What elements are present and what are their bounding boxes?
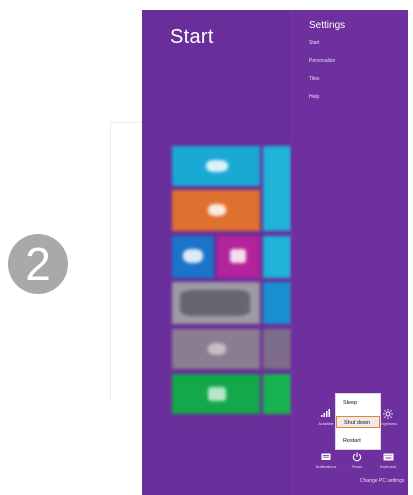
sun-icon[interactable] <box>382 409 394 421</box>
tile-icon <box>208 204 226 216</box>
tile-teal[interactable] <box>172 146 260 186</box>
tile-teal-narrow[interactable] <box>263 146 291 231</box>
tile-icon <box>208 343 226 355</box>
network-label: Available <box>318 422 334 426</box>
tile-icon <box>208 387 226 401</box>
power-options-menu: Sleep Shut down Restart <box>335 393 381 450</box>
signal-bars-icon[interactable] <box>320 409 332 419</box>
tile-blue[interactable] <box>172 236 214 278</box>
tile-grey-narrow[interactable] <box>263 329 291 369</box>
windows-start-screen: Start Settings Start Personalize Tiles H… <box>142 10 408 495</box>
start-title: Start <box>170 26 214 48</box>
keyboard-icon[interactable] <box>382 453 394 463</box>
notifications-label: Notifications <box>315 465 337 469</box>
tile-green-narrow[interactable] <box>263 374 291 414</box>
power-label: Power <box>351 465 363 469</box>
tile-teal-small[interactable] <box>263 236 291 278</box>
step-number-badge: 2 <box>8 234 68 294</box>
settings-item-start[interactable]: Start <box>309 40 320 46</box>
tile-blue-small[interactable] <box>263 282 291 324</box>
keyboard-label: Keyboard <box>379 465 397 469</box>
tile-grey[interactable] <box>172 329 260 369</box>
page: 2 Start Settings Start Personalize Tiles… <box>0 0 413 495</box>
settings-item-help[interactable]: Help <box>309 94 319 100</box>
power-icon[interactable] <box>351 452 363 464</box>
live-tiles-group <box>170 136 296 414</box>
tile-icon <box>183 249 203 263</box>
signal-bars-icon <box>321 409 330 417</box>
tile-icon <box>180 290 250 316</box>
sun-icon <box>383 409 393 419</box>
tile-photos[interactable] <box>172 282 260 324</box>
tile-icon <box>230 249 246 263</box>
power-icon <box>352 452 362 462</box>
keyboard-icon <box>383 453 393 461</box>
tile-green[interactable] <box>172 374 260 414</box>
tile-magenta[interactable] <box>217 236 260 278</box>
change-pc-settings-link[interactable]: Change PC settings <box>360 478 404 484</box>
restart-option[interactable]: Restart <box>336 435 380 447</box>
sleep-option[interactable]: Sleep <box>336 397 380 409</box>
notifications-icon[interactable] <box>320 453 332 463</box>
shut-down-option[interactable]: Shut down <box>336 416 380 428</box>
tile-icon <box>206 160 228 172</box>
notifications-icon <box>321 453 331 460</box>
tile-orange[interactable] <box>172 190 260 231</box>
settings-title: Settings <box>309 20 346 31</box>
guide-line-horizontal <box>110 122 142 123</box>
settings-item-personalize[interactable]: Personalize <box>309 58 335 64</box>
settings-item-tiles[interactable]: Tiles <box>309 76 319 82</box>
guide-line-vertical <box>110 122 111 400</box>
